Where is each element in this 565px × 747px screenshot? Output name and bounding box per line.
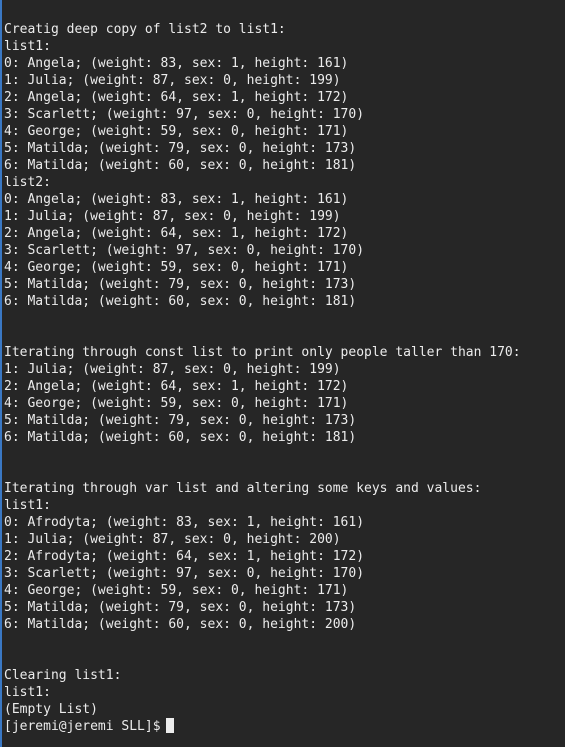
output-line: 5: Matilda; (weight: 79, sex: 0, height:…	[4, 277, 357, 292]
output-line: list1:	[4, 39, 51, 54]
output-line	[4, 650, 521, 667]
output-line: 2: Afrodyta; (weight: 64, sex: 1, height…	[4, 549, 365, 564]
output-line	[4, 633, 521, 650]
output-line: list1:	[4, 685, 51, 700]
output-line	[4, 327, 521, 344]
command-prompt-line[interactable]: [jeremi@jeremi SLL]$	[4, 718, 521, 735]
output-line: 1: Julia; (weight: 87, sex: 0, height: 2…	[4, 532, 341, 547]
output-line	[4, 446, 521, 463]
output-line: 3: Scarlett; (weight: 97, sex: 0, height…	[4, 566, 365, 581]
output-line: Clearing list1:	[4, 668, 122, 683]
output-line: 6: Matilda; (weight: 60, sex: 0, height:…	[4, 617, 357, 632]
output-line	[4, 463, 521, 480]
output-line: 5: Matilda; (weight: 79, sex: 0, height:…	[4, 413, 357, 428]
output-line: 1: Julia; (weight: 87, sex: 0, height: 1…	[4, 362, 341, 377]
text-cursor	[165, 718, 174, 733]
output-line: 2: Angela; (weight: 64, sex: 1, height: …	[4, 379, 349, 394]
output-line: 4: George; (weight: 59, sex: 0, height: …	[4, 396, 349, 411]
output-line: 1: Julia; (weight: 87, sex: 0, height: 1…	[4, 209, 341, 224]
output-line: 3: Scarlett; (weight: 97, sex: 0, height…	[4, 107, 365, 122]
terminal-window[interactable]: Creatig deep copy of list2 to list1: lis…	[0, 0, 565, 747]
shell-prompt: [jeremi@jeremi SLL]$	[4, 719, 161, 734]
output-line: 5: Matilda; (weight: 79, sex: 0, height:…	[4, 600, 357, 615]
output-line: 0: Angela; (weight: 83, sex: 1, height: …	[4, 192, 349, 207]
output-line: 2: Angela; (weight: 64, sex: 1, height: …	[4, 90, 349, 105]
terminal-left-edge	[0, 0, 2, 747]
output-line: Iterating through const list to print on…	[4, 345, 521, 360]
output-line: 6: Matilda; (weight: 60, sex: 0, height:…	[4, 294, 357, 309]
output-line: 0: Angela; (weight: 83, sex: 1, height: …	[4, 56, 349, 71]
output-line: list2:	[4, 175, 51, 190]
output-line: 6: Matilda; (weight: 60, sex: 0, height:…	[4, 158, 357, 173]
terminal-output: Creatig deep copy of list2 to list1: lis…	[4, 21, 521, 735]
output-line: 0: Afrodyta; (weight: 83, sex: 1, height…	[4, 515, 365, 530]
output-line: 2: Angela; (weight: 64, sex: 1, height: …	[4, 226, 349, 241]
output-line: 5: Matilda; (weight: 79, sex: 0, height:…	[4, 141, 357, 156]
output-line: 4: George; (weight: 59, sex: 0, height: …	[4, 260, 349, 275]
output-line: 4: George; (weight: 59, sex: 0, height: …	[4, 124, 349, 139]
output-line: Iterating through var list and altering …	[4, 481, 482, 496]
output-line: Creatig deep copy of list2 to list1:	[4, 22, 286, 37]
output-line: 6: Matilda; (weight: 60, sex: 0, height:…	[4, 430, 357, 445]
output-line: 4: George; (weight: 59, sex: 0, height: …	[4, 583, 349, 598]
output-line: list1:	[4, 498, 51, 513]
output-line: 1: Julia; (weight: 87, sex: 0, height: 1…	[4, 73, 341, 88]
output-line: (Empty List)	[4, 702, 98, 717]
output-line	[4, 310, 521, 327]
output-line: 3: Scarlett; (weight: 97, sex: 0, height…	[4, 243, 365, 258]
